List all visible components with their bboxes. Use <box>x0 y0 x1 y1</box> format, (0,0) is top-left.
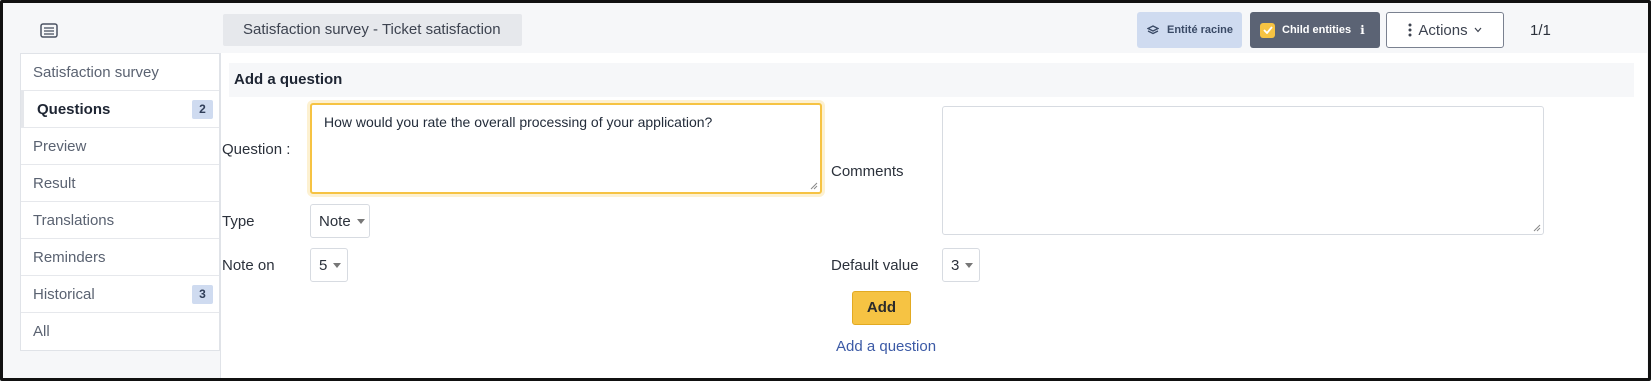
tab-historical[interactable]: Historical 3 <box>21 276 219 313</box>
main-panel: Add a question Question : How would you … <box>220 53 1647 381</box>
question-textarea[interactable]: How would you rate the overall processin… <box>310 103 822 194</box>
tab-all[interactable]: All <box>21 313 219 350</box>
question-text: How would you rate the overall processin… <box>324 114 713 130</box>
note-on-label: Note on <box>222 257 275 274</box>
tab-label: Translations <box>33 211 115 229</box>
checkbox-checked-icon[interactable] <box>1260 22 1275 38</box>
tab-label: Historical <box>33 285 95 303</box>
info-icon[interactable]: ℹ <box>1360 23 1365 37</box>
pager: 1/1 <box>1530 22 1551 39</box>
resize-grip-icon[interactable] <box>1533 224 1541 232</box>
list-icon[interactable] <box>39 21 59 39</box>
entity-button[interactable]: Entité racine <box>1137 12 1242 48</box>
note-on-select[interactable]: 5 <box>310 248 348 282</box>
tab-label: Result <box>33 174 76 192</box>
chevron-down-icon <box>1474 27 1482 33</box>
tab-label: All <box>33 323 50 340</box>
tab-label: Reminders <box>33 248 106 266</box>
type-select[interactable]: Note <box>310 204 370 238</box>
tab-preview[interactable]: Preview <box>21 128 219 165</box>
count-badge: 2 <box>192 100 213 119</box>
sidebar-tabs: Satisfaction survey Questions 2 Preview … <box>20 53 220 351</box>
tab-reminders[interactable]: Reminders <box>21 239 219 276</box>
top-bar: Satisfaction survey - Ticket satisfactio… <box>3 3 1648 53</box>
note-on-value: 5 <box>319 256 328 274</box>
type-value: Note <box>319 212 351 230</box>
comments-label: Comments <box>831 163 904 180</box>
add-question-link[interactable]: Add a question <box>836 338 936 355</box>
tab-questions[interactable]: Questions 2 <box>21 91 219 128</box>
tab-result[interactable]: Result <box>21 165 219 202</box>
layers-icon <box>1147 25 1159 35</box>
actions-label: Actions <box>1418 21 1468 39</box>
child-entities-label: Child entities <box>1282 24 1352 36</box>
count-badge: 3 <box>192 285 213 304</box>
tab-satisfaction-survey[interactable]: Satisfaction survey <box>21 54 219 91</box>
actions-button[interactable]: Actions <box>1386 12 1504 48</box>
question-label: Question : <box>222 141 291 158</box>
entity-label: Entité racine <box>1167 24 1234 36</box>
tab-label: Questions <box>37 100 111 118</box>
resize-grip-icon[interactable] <box>810 182 818 190</box>
panel-title: Add a question <box>229 63 1634 97</box>
tab-translations[interactable]: Translations <box>21 202 219 239</box>
comments-textarea[interactable] <box>942 106 1544 235</box>
caret-down-icon <box>965 262 974 268</box>
kebab-vertical-icon <box>1408 23 1412 37</box>
breadcrumb: Satisfaction survey - Ticket satisfactio… <box>223 14 522 46</box>
child-entities-toggle[interactable]: Child entities ℹ <box>1250 12 1380 48</box>
default-value: 3 <box>951 256 960 274</box>
caret-down-icon <box>356 218 365 224</box>
tab-label: Preview <box>33 137 87 155</box>
tab-label: Satisfaction survey <box>33 63 159 81</box>
type-label: Type <box>222 213 255 230</box>
caret-down-icon <box>333 262 342 268</box>
add-button[interactable]: Add <box>852 291 911 325</box>
default-value-label: Default value <box>831 257 919 274</box>
default-value-select[interactable]: 3 <box>942 248 980 282</box>
